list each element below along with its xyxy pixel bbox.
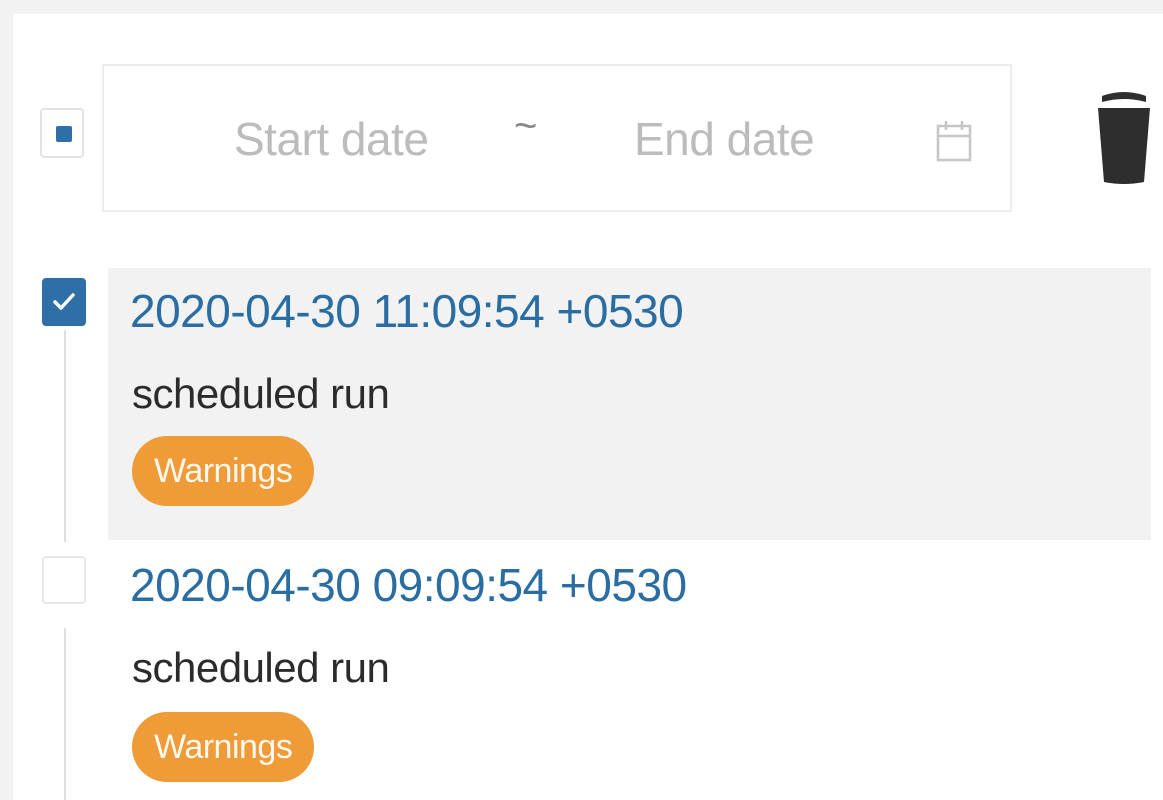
start-date-input[interactable]: Start date bbox=[234, 112, 429, 166]
range-separator: ~ bbox=[514, 104, 538, 148]
run-description: scheduled run bbox=[132, 370, 390, 417]
run-timestamp[interactable]: 2020-04-30 11:09:54 +0530 bbox=[130, 284, 684, 338]
timeline-connector bbox=[64, 330, 66, 542]
timeline-connector bbox=[64, 628, 66, 800]
select-all-checkbox[interactable] bbox=[40, 108, 84, 158]
run-description: scheduled run bbox=[132, 644, 390, 691]
calendar-icon[interactable] bbox=[934, 118, 974, 164]
run-checkbox[interactable] bbox=[42, 278, 86, 326]
run-checkbox[interactable] bbox=[42, 556, 86, 604]
run-list-item[interactable]: 2020-04-30 11:09:54 +0530 scheduled run … bbox=[108, 268, 1151, 540]
status-badge: Warnings bbox=[132, 712, 315, 782]
checkmark-icon bbox=[53, 293, 75, 310]
date-range-picker[interactable]: Start date ~ End date bbox=[102, 64, 1012, 212]
indeterminate-mark bbox=[56, 126, 72, 142]
run-timestamp[interactable]: 2020-04-30 09:09:54 +0530 bbox=[130, 558, 687, 612]
trash-icon[interactable] bbox=[1094, 90, 1154, 186]
end-date-input[interactable]: End date bbox=[634, 112, 815, 166]
run-list-item[interactable]: 2020-04-30 09:09:54 +0530 scheduled run … bbox=[108, 546, 1151, 800]
status-badge: Warnings bbox=[132, 436, 315, 506]
